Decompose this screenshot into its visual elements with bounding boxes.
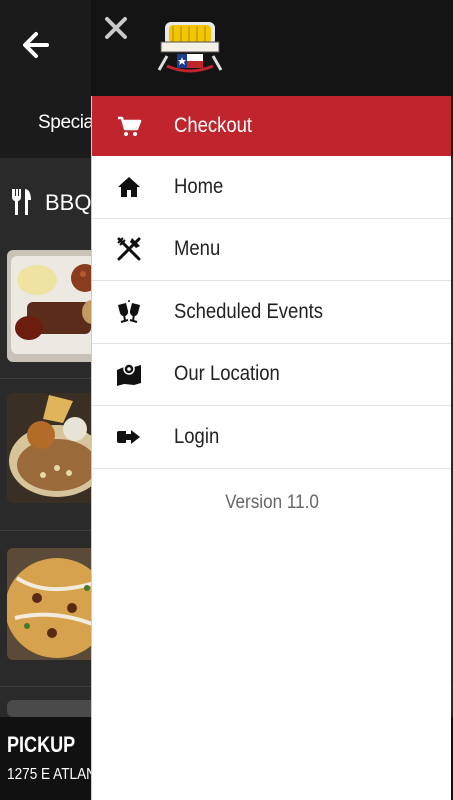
menu-item-label: Scheduled Events <box>174 299 323 323</box>
menu-item-checkout[interactable]: Checkout <box>92 96 451 156</box>
menu-item-label: Menu <box>174 237 221 261</box>
utensils-icon <box>117 237 141 261</box>
drawer-menu: Checkout Home Menu Scheduled Events Our … <box>91 96 451 800</box>
back-arrow-icon[interactable] <box>18 28 52 62</box>
close-icon[interactable] <box>102 14 130 42</box>
menu-item-home[interactable]: Home <box>92 156 451 219</box>
app-version: Version 11.0 <box>225 492 319 513</box>
menu-item-login[interactable]: Login <box>92 406 451 469</box>
tab-special[interactable]: Special <box>38 112 98 134</box>
login-icon <box>117 429 140 444</box>
menu-item-scheduled-events[interactable]: Scheduled Events <box>92 281 451 344</box>
utensils-icon <box>11 189 31 215</box>
brand-logo <box>157 22 223 73</box>
drawer-header <box>91 0 453 96</box>
menu-item-label: Home <box>174 174 224 198</box>
pickup-address: 1275 E ATLAN <box>7 766 96 783</box>
menu-item-our-location[interactable]: Our Location <box>92 344 451 406</box>
pickup-title: PICKUP <box>7 732 76 757</box>
map-marker-icon <box>117 363 141 387</box>
menu-item-label: Our Location <box>174 362 280 386</box>
home-icon <box>118 176 140 197</box>
menu-item-menu[interactable]: Menu <box>92 219 451 281</box>
cart-icon <box>118 116 142 136</box>
glasses-cheers-icon <box>118 299 140 323</box>
menu-item-label: Login <box>174 424 220 448</box>
menu-item-label: Checkout <box>174 114 253 137</box>
